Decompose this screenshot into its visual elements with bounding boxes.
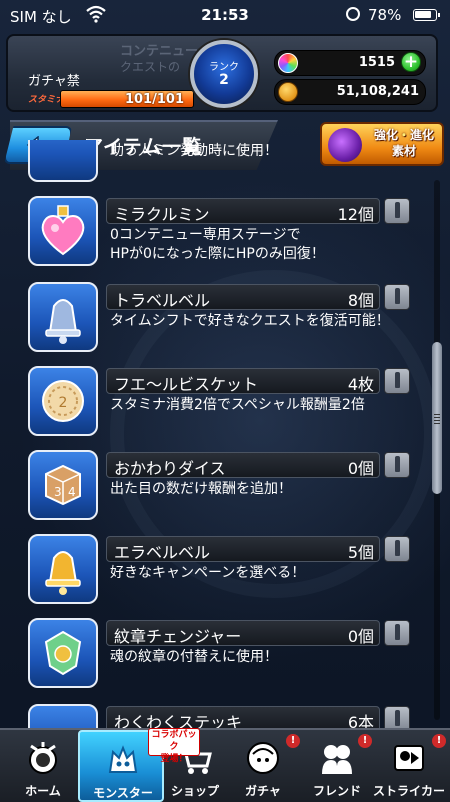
svg-text:2: 2 — [59, 395, 68, 411]
item-description: 助っ人ミン発動時に使用！ — [110, 143, 278, 159]
list-item[interactable]: 助っ人ミン 助っ人ミン発動時に使用！ — [28, 114, 418, 194]
bottom-nav: ホーム モンスター ショップ ガチャ ! フレンド ! ストライカー ! — [0, 728, 450, 802]
item-description: スタミナ消費2倍でスペシャル報酬量2倍 — [110, 397, 365, 413]
item-name-bar — [106, 114, 380, 140]
item-count: 0個 — [347, 627, 374, 646]
item-list: 助っ人ミン 助っ人ミン発動時に使用！ ミラクルミン 12個 0コンテニュー専用ス… — [0, 0, 450, 800]
item-description: 魂の紋章の付替えに使用！ — [110, 649, 278, 665]
nav-label: ホーム — [25, 784, 61, 798]
svg-text:3: 3 — [54, 485, 62, 499]
home-icon — [29, 742, 57, 774]
travel-bell-icon — [28, 282, 98, 352]
info-button[interactable] — [384, 536, 410, 562]
item-count: 8個 — [347, 291, 374, 310]
info-button[interactable] — [384, 284, 410, 310]
list-item[interactable]: 紋章チェンジャー 0個 魂の紋章の付替えに使用！ — [28, 618, 418, 700]
nav-striker[interactable]: ストライカー ! — [366, 730, 450, 802]
item-name: ミラクルミン — [114, 205, 210, 224]
info-button[interactable] — [384, 368, 410, 394]
helper-item-icon — [28, 140, 98, 182]
item-count: 12個 — [337, 205, 374, 224]
striker-icon — [394, 745, 424, 771]
list-item[interactable]: トラベルベル 8個 タイムシフトで好きなクエストを復活可能！ — [28, 282, 418, 364]
info-button[interactable] — [384, 620, 410, 646]
heart-potion-icon — [28, 196, 98, 266]
list-item[interactable]: ミラクルミン 12個 0コンテニュー専用ステージで HPが0になった際にHPのみ… — [28, 196, 418, 278]
item-description: 好きなキャンペーンを選べる！ — [110, 565, 306, 581]
list-item[interactable]: 3 4 おかわりダイス 0個 出た目の数だけ報酬を追加！ — [28, 450, 418, 532]
item-description: 出た目の数だけ報酬を追加！ — [110, 481, 292, 497]
info-button[interactable] — [384, 452, 410, 478]
list-item[interactable]: 2 フエ～ルビスケット 4枚 スタミナ消費2倍でスペシャル報酬量2倍 — [28, 366, 418, 448]
item-name: トラベルベル — [114, 291, 211, 310]
nav-label: ストライカー — [372, 784, 445, 798]
info-button[interactable] — [384, 198, 410, 224]
emblem-changer-icon — [28, 618, 98, 688]
monster-icon — [108, 745, 138, 773]
gacha-icon — [247, 742, 279, 774]
biscuit-icon: 2 — [28, 366, 98, 436]
item-description: 0コンテニュー専用ステージで HPが0になった際にHPのみ回復！ — [110, 227, 325, 262]
item-name: エラベルベル — [114, 543, 211, 562]
item-count: 0個 — [347, 459, 374, 478]
scrollbar-thumb[interactable] — [432, 342, 442, 494]
gold-bell-icon — [28, 534, 98, 604]
item-name: 助っ人ミン — [114, 140, 194, 141]
list-item[interactable]: エラベルベル 5個 好きなキャンペーンを選べる！ — [28, 534, 418, 616]
friend-icon — [322, 745, 352, 774]
item-count: 5個 — [347, 543, 374, 562]
item-count: 4枚 — [347, 375, 374, 394]
striker-alert-badge: ! — [432, 734, 446, 748]
item-description: タイムシフトで好きなクエストを復活可能！ — [110, 313, 390, 329]
nav-home[interactable]: ホーム — [0, 730, 86, 802]
collab-pack-badge: コラボパック 登場！ — [148, 728, 200, 764]
dice-icon: 3 4 — [28, 450, 98, 520]
svg-text:4: 4 — [68, 485, 76, 499]
